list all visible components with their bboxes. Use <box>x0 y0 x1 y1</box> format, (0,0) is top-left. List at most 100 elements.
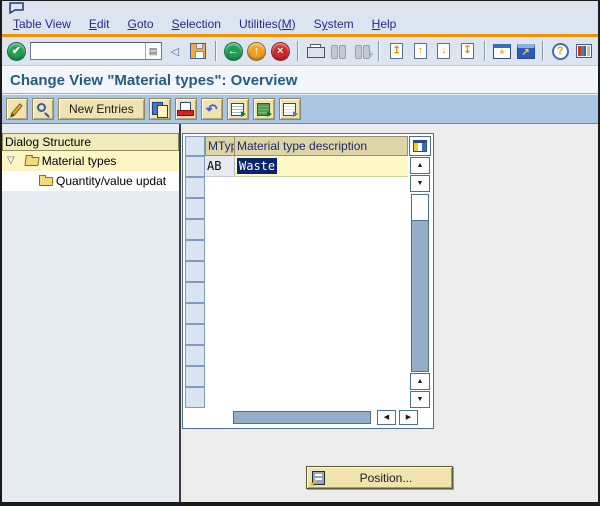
table-row: AB Waste <box>205 156 408 177</box>
closed-folder-icon <box>39 174 53 186</box>
main-area: Dialog Structure ▽ Material types Quanti… <box>2 124 598 502</box>
page-title: Change View "Material types": Overview <box>10 71 298 89</box>
customize-layout-icon <box>575 44 592 58</box>
tree-node-material-types[interactable]: ▽ Material types <box>2 151 179 171</box>
enter-check-icon: ✔ <box>6 41 26 61</box>
toolbar-separator <box>483 41 486 61</box>
undo-button[interactable]: ↶ <box>200 98 223 120</box>
cell-mtyp[interactable]: AB <box>205 156 235 177</box>
menu-item-table-view[interactable]: Table View <box>4 16 80 32</box>
select-all-icon <box>231 102 247 117</box>
delete-icon <box>177 102 195 116</box>
delete-button[interactable] <box>174 98 197 120</box>
select-block-button[interactable] <box>252 98 275 120</box>
cell-description[interactable]: Waste <box>235 156 408 177</box>
menu-item-selection[interactable]: Selection <box>163 16 230 32</box>
find-next-binoculars-icon: + <box>354 44 374 61</box>
page-up-button[interactable]: ↑ <box>410 40 431 62</box>
right-arrow-icon: ▶ <box>405 414 412 421</box>
page-up-icon: ↑ <box>413 43 427 59</box>
scroll-left-button[interactable]: ◀ <box>377 410 396 425</box>
command-input[interactable] <box>30 43 145 59</box>
display-button[interactable] <box>32 98 54 120</box>
back-button[interactable]: ← <box>223 40 244 62</box>
row-selector-cell[interactable] <box>185 177 205 198</box>
row-selector-cell[interactable] <box>185 261 205 282</box>
command-dropdown-icon[interactable]: ▤ <box>144 43 161 59</box>
row-selector-cell[interactable] <box>185 219 205 240</box>
menu-item-utilities-m[interactable]: Utilities(M) <box>230 16 305 32</box>
row-selector-cell[interactable] <box>185 282 205 303</box>
new-session-button[interactable]: * <box>492 40 513 62</box>
find-next-button[interactable]: + <box>352 40 374 62</box>
tree-node-label: Quantity/value updat <box>56 174 167 188</box>
toolbar-separator <box>214 41 217 61</box>
exit-button[interactable]: ↑ <box>246 40 267 62</box>
dialog-structure-panel: Dialog Structure ▽ Material types Quanti… <box>2 124 181 502</box>
first-page-icon: ↥ <box>390 43 404 59</box>
last-page-button[interactable]: ↧ <box>457 40 478 62</box>
window-control-icon[interactable] <box>8 2 26 14</box>
horizontal-scroll-thumb[interactable] <box>233 411 371 424</box>
column-header-description[interactable]: Material type description <box>235 136 408 156</box>
tree-node-label: Material types <box>41 154 117 168</box>
select-all-button[interactable] <box>226 98 249 120</box>
collapse-toolbar-button[interactable]: ◁ <box>165 40 186 62</box>
vertical-scroll-track[interactable] <box>411 194 429 372</box>
material-types-table: MTyp Material type description AB Waste … <box>182 133 434 429</box>
expander-triangle-icon[interactable]: ▽ <box>7 156 15 166</box>
select-block-icon <box>257 102 273 117</box>
table-settings-button[interactable] <box>409 136 431 156</box>
column-header-mtyp[interactable]: MTyp <box>205 136 235 156</box>
table-empty-body <box>205 177 408 408</box>
menu-item-system[interactable]: System <box>305 16 363 32</box>
deselect-all-button[interactable] <box>278 98 301 120</box>
toolbar-separator <box>541 41 544 61</box>
new-entries-label: New Entries <box>69 102 134 116</box>
customize-layout-button[interactable] <box>574 40 595 62</box>
up-arrow-icon: ▲ <box>416 378 424 385</box>
create-shortcut-button[interactable]: ↗ <box>515 40 536 62</box>
horizontal-scrollbar: ◀ ▶ <box>185 409 431 426</box>
row-selector-cell[interactable] <box>185 366 205 387</box>
scroll-down-button-bottom[interactable]: ▼ <box>410 391 430 408</box>
page-down-button[interactable]: ↓ <box>434 40 455 62</box>
position-button[interactable]: ↙ Position... <box>306 466 453 489</box>
scroll-up-button-bottom[interactable]: ▲ <box>410 373 430 390</box>
enter-button[interactable]: ✔ <box>6 40 27 62</box>
selector-header-cell[interactable] <box>185 136 205 156</box>
save-button[interactable] <box>188 40 209 62</box>
toggle-display-change-button[interactable] <box>6 98 28 120</box>
find-button[interactable] <box>328 40 349 62</box>
help-button[interactable]: ? <box>550 40 571 62</box>
row-selector-cell[interactable] <box>185 303 205 324</box>
window-top-strip <box>2 1 598 14</box>
row-selector-cell[interactable] <box>185 240 205 261</box>
deselect-all-icon <box>283 102 299 117</box>
scroll-right-button[interactable]: ▶ <box>399 410 418 425</box>
print-button[interactable] <box>305 40 326 62</box>
scroll-up-button[interactable]: ▲ <box>410 157 430 174</box>
toolbar-separator <box>378 41 381 61</box>
shortcut-icon: ↗ <box>516 43 535 59</box>
copy-as-button[interactable] <box>148 98 171 120</box>
cancel-button[interactable]: × <box>270 40 291 62</box>
new-entries-button[interactable]: New Entries <box>58 98 145 120</box>
vertical-scroll-thumb[interactable] <box>412 195 428 221</box>
menu-item-help[interactable]: Help <box>363 16 406 32</box>
row-selector-cell[interactable] <box>185 387 205 408</box>
menu-item-edit[interactable]: Edit <box>80 16 119 32</box>
vertical-scrollbar: ▲ ▼ ▲ ▼ <box>409 136 431 408</box>
row-selector-cell[interactable] <box>185 345 205 366</box>
open-folder-icon <box>24 156 40 166</box>
menu-item-goto[interactable]: Goto <box>119 16 163 32</box>
position-button-label: Position... <box>359 470 413 485</box>
row-selector-cell[interactable] <box>185 156 205 177</box>
row-selector-cell[interactable] <box>185 198 205 219</box>
row-selector-cell[interactable] <box>185 324 205 345</box>
scroll-down-button[interactable]: ▼ <box>410 175 430 192</box>
first-page-button[interactable]: ↥ <box>386 40 407 62</box>
tree-node-quantity-value-updating[interactable]: Quantity/value updat <box>2 171 179 191</box>
printer-icon <box>306 44 325 58</box>
copy-icon <box>152 101 169 118</box>
